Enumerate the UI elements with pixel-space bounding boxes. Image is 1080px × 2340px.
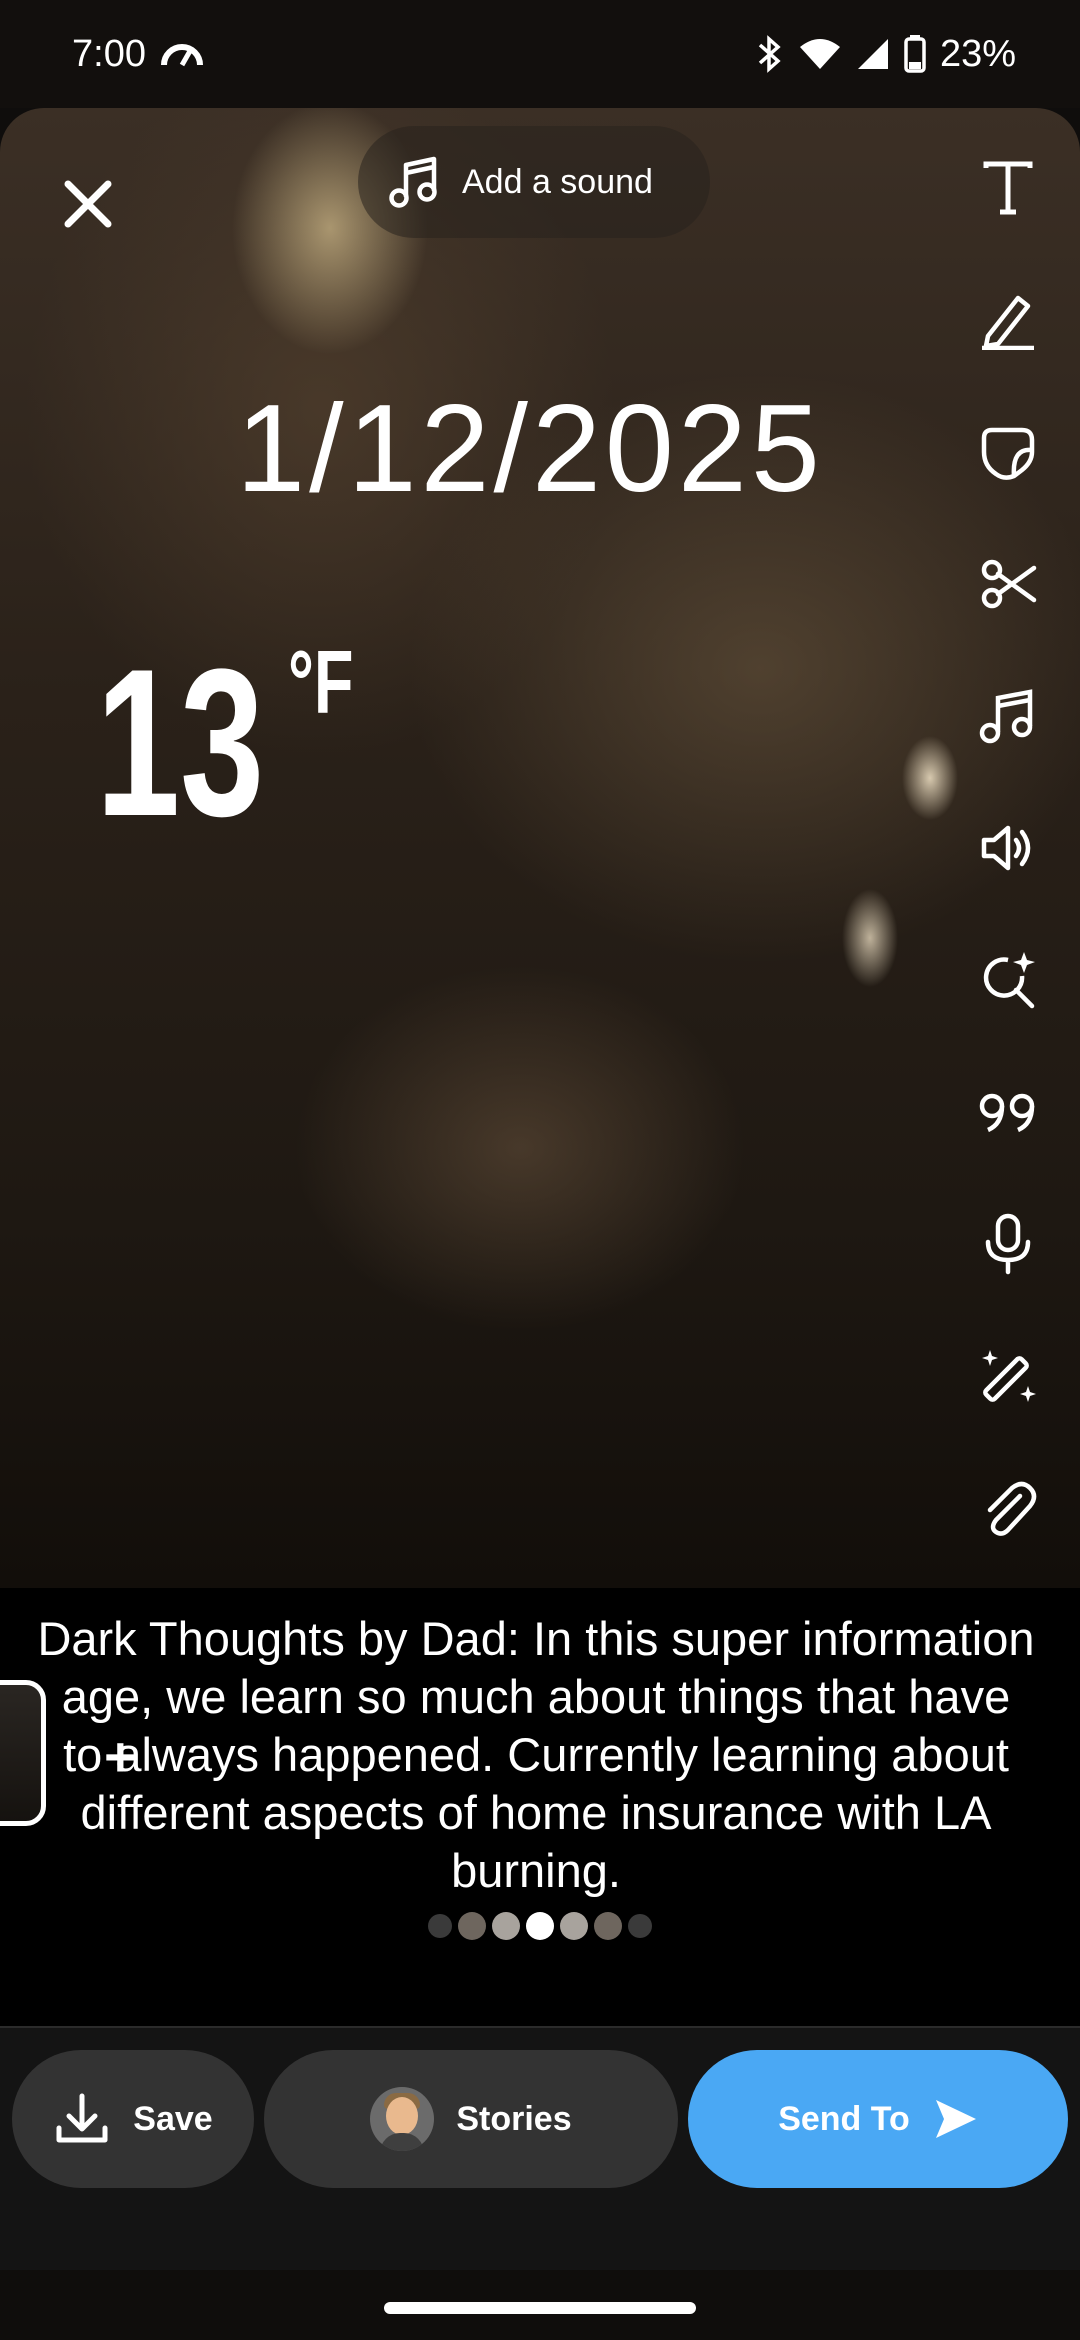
save-label: Save [133,2099,213,2138]
send-to-label: Send To [778,2099,910,2138]
close-icon [64,180,112,228]
voice-tool-button[interactable] [960,1196,1056,1292]
page-dot-active [526,1912,554,1940]
quote-tool-button[interactable] [960,1064,1056,1160]
page-dot [560,1912,588,1940]
music-note-icon [389,156,437,208]
music-icon [979,689,1033,744]
page-dot [428,1914,452,1938]
send-arrow-icon [935,2100,976,2138]
stories-label: Stories [456,2099,572,2138]
magic-tool-button[interactable] [960,1328,1056,1424]
page-dot [492,1912,520,1940]
temperature-value: 13 [96,625,265,860]
add-sound-button[interactable]: Add a sound [358,126,710,238]
snap-preview[interactable]: Add a sound 1/12/2025 13 °F [0,108,1080,1588]
close-button[interactable] [52,168,124,240]
bluetooth-icon [758,35,781,73]
save-button[interactable]: Save [12,2050,254,2188]
add-sound-label: Add a sound [462,162,653,201]
page-dot [458,1912,486,1940]
draw-tool-button[interactable] [960,272,1056,368]
stories-button[interactable]: Stories [264,2050,678,2188]
status-right: 23% [754,33,1016,76]
quote-icon [979,1093,1035,1133]
download-icon [56,2093,108,2143]
paperclip-icon [987,1481,1037,1536]
sticker-icon [981,427,1035,480]
battery-percent: 23% [939,32,1016,75]
music-tool-button[interactable] [960,668,1056,764]
home-indicator[interactable] [384,2302,696,2314]
caption-text[interactable]: Dark Thoughts by Dad: In this super info… [36,1610,1036,1900]
scissors-icon [981,559,1037,609]
date-sticker[interactable]: 1/12/2025 [0,378,1060,520]
magic-wand-icon [982,1350,1036,1402]
cell-signal-icon [857,39,888,69]
battery-icon [904,35,926,73]
text-tool-icon [983,161,1033,215]
page-dot [594,1912,622,1940]
scissors-tool-button[interactable] [960,536,1056,632]
avatar [370,2087,435,2151]
text-tool-button[interactable] [960,140,1056,236]
attach-tool-button[interactable] [960,1460,1056,1556]
page-dot [628,1914,652,1938]
status-bar: 7:00 23% [0,0,1080,108]
page-dots [0,1912,1080,1940]
microphone-icon [985,1213,1031,1275]
pencil-icon [982,295,1034,350]
wifi-icon [799,39,840,69]
temperature-unit: °F [288,633,354,733]
lens-search-icon [983,952,1035,1009]
status-time: 7:00 [72,32,146,75]
speedometer-icon [160,44,203,67]
sticker-tool-button[interactable] [960,404,1056,500]
lens-search-button[interactable] [960,932,1056,1028]
status-left: 7:00 [72,33,204,76]
volume-icon [981,825,1031,871]
volume-tool-button[interactable] [960,800,1056,896]
bottom-action-bar: Save Stories Send To [0,2028,1080,2270]
temperature-sticker[interactable]: 13 °F [96,638,379,848]
send-to-button[interactable]: Send To [688,2050,1068,2188]
